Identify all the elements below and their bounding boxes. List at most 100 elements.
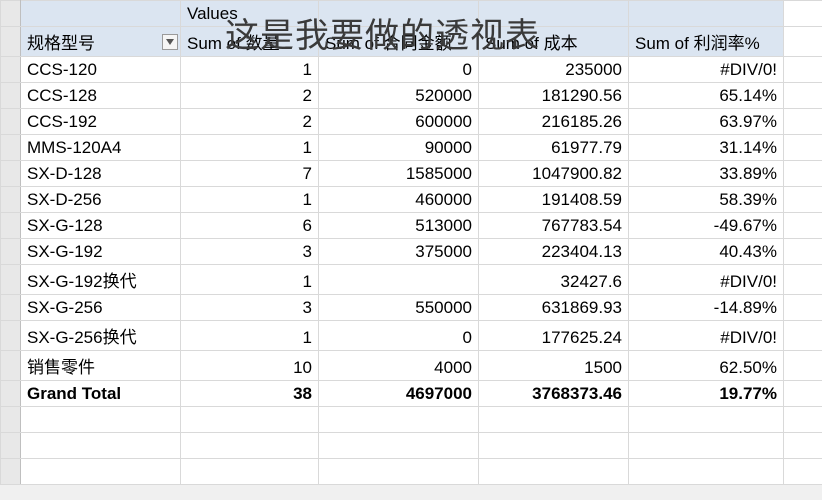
- cell[interactable]: [784, 407, 822, 433]
- cost-cell[interactable]: 32427.6: [479, 265, 629, 295]
- margin-cell[interactable]: #DIV/0!: [629, 321, 784, 351]
- grand-cost[interactable]: 3768373.46: [479, 381, 629, 407]
- contract-cell[interactable]: 513000: [319, 213, 479, 239]
- cell[interactable]: [21, 433, 181, 459]
- contract-cell[interactable]: 0: [319, 321, 479, 351]
- cell[interactable]: [784, 187, 822, 213]
- cell[interactable]: [784, 57, 822, 83]
- row-header[interactable]: [1, 351, 21, 381]
- cell[interactable]: [784, 265, 822, 295]
- cell[interactable]: [181, 459, 319, 485]
- cell[interactable]: [784, 321, 822, 351]
- qty-cell[interactable]: 1: [181, 187, 319, 213]
- qty-cell[interactable]: 3: [181, 295, 319, 321]
- margin-cell[interactable]: 31.14%: [629, 135, 784, 161]
- cell[interactable]: [479, 407, 629, 433]
- row-header[interactable]: [1, 57, 21, 83]
- contract-cell[interactable]: 520000: [319, 83, 479, 109]
- cell[interactable]: [319, 1, 479, 27]
- cell[interactable]: [181, 433, 319, 459]
- row-header[interactable]: [1, 213, 21, 239]
- cell[interactable]: [784, 295, 822, 321]
- margin-cell[interactable]: #DIV/0!: [629, 265, 784, 295]
- cost-cell[interactable]: 235000: [479, 57, 629, 83]
- cell[interactable]: [784, 135, 822, 161]
- margin-cell[interactable]: 65.14%: [629, 83, 784, 109]
- qty-cell[interactable]: 2: [181, 83, 319, 109]
- cell[interactable]: [319, 459, 479, 485]
- cell[interactable]: [479, 1, 629, 27]
- cell[interactable]: [784, 27, 822, 57]
- row-header[interactable]: [1, 187, 21, 213]
- cell[interactable]: [784, 1, 822, 27]
- cost-cell[interactable]: 191408.59: [479, 187, 629, 213]
- margin-cell[interactable]: 62.50%: [629, 351, 784, 381]
- qty-cell[interactable]: 1: [181, 321, 319, 351]
- qty-cell[interactable]: 6: [181, 213, 319, 239]
- margin-cell[interactable]: #DIV/0!: [629, 57, 784, 83]
- grand-contract[interactable]: 4697000: [319, 381, 479, 407]
- pivot-corner-cell[interactable]: [21, 1, 181, 27]
- row-label-cell[interactable]: 销售零件: [21, 351, 181, 381]
- column-header-cost[interactable]: Sum of 成本: [479, 27, 629, 57]
- qty-cell[interactable]: 1: [181, 265, 319, 295]
- cell[interactable]: [479, 459, 629, 485]
- row-label-cell[interactable]: SX-D-128: [21, 161, 181, 187]
- row-label-cell[interactable]: CCS-192: [21, 109, 181, 135]
- contract-cell[interactable]: 600000: [319, 109, 479, 135]
- row-header[interactable]: [1, 27, 21, 57]
- row-label-cell[interactable]: SX-G-192换代: [21, 265, 181, 295]
- cost-cell[interactable]: 216185.26: [479, 109, 629, 135]
- grand-total-label[interactable]: Grand Total: [21, 381, 181, 407]
- cell[interactable]: [784, 433, 822, 459]
- margin-cell[interactable]: 58.39%: [629, 187, 784, 213]
- row-label-cell[interactable]: SX-G-128: [21, 213, 181, 239]
- row-label-cell[interactable]: MMS-120A4: [21, 135, 181, 161]
- values-label-cell[interactable]: Values: [181, 1, 319, 27]
- row-header[interactable]: [1, 109, 21, 135]
- row-header[interactable]: [1, 83, 21, 109]
- grand-qty[interactable]: 38: [181, 381, 319, 407]
- contract-cell[interactable]: 375000: [319, 239, 479, 265]
- qty-cell[interactable]: 10: [181, 351, 319, 381]
- row-field-header[interactable]: 规格型号: [21, 27, 181, 57]
- cost-cell[interactable]: 181290.56: [479, 83, 629, 109]
- cell[interactable]: [21, 459, 181, 485]
- contract-cell[interactable]: 550000: [319, 295, 479, 321]
- cost-cell[interactable]: 223404.13: [479, 239, 629, 265]
- cost-cell[interactable]: 767783.54: [479, 213, 629, 239]
- cost-cell[interactable]: 1500: [479, 351, 629, 381]
- cell[interactable]: [479, 433, 629, 459]
- row-header[interactable]: [1, 135, 21, 161]
- contract-cell[interactable]: [319, 265, 479, 295]
- row-label-cell[interactable]: SX-D-256: [21, 187, 181, 213]
- row-header[interactable]: [1, 265, 21, 295]
- cell[interactable]: [181, 407, 319, 433]
- row-header[interactable]: [1, 295, 21, 321]
- row-header[interactable]: [1, 1, 21, 27]
- cell[interactable]: [629, 407, 784, 433]
- row-header[interactable]: [1, 407, 21, 433]
- cost-cell[interactable]: 631869.93: [479, 295, 629, 321]
- qty-cell[interactable]: 7: [181, 161, 319, 187]
- row-label-cell[interactable]: CCS-128: [21, 83, 181, 109]
- cell[interactable]: [319, 433, 479, 459]
- cell[interactable]: [784, 239, 822, 265]
- contract-cell[interactable]: 1585000: [319, 161, 479, 187]
- qty-cell[interactable]: 1: [181, 135, 319, 161]
- cell[interactable]: [784, 381, 822, 407]
- cell[interactable]: [629, 459, 784, 485]
- cell[interactable]: [784, 213, 822, 239]
- row-header[interactable]: [1, 321, 21, 351]
- cell[interactable]: [784, 161, 822, 187]
- row-header[interactable]: [1, 433, 21, 459]
- contract-cell[interactable]: 4000: [319, 351, 479, 381]
- row-header[interactable]: [1, 239, 21, 265]
- grand-margin[interactable]: 19.77%: [629, 381, 784, 407]
- cost-cell[interactable]: 61977.79: [479, 135, 629, 161]
- column-header-contract[interactable]: Sum of 合同金额: [319, 27, 479, 57]
- cost-cell[interactable]: 177625.24: [479, 321, 629, 351]
- row-label-cell[interactable]: SX-G-256换代: [21, 321, 181, 351]
- filter-dropdown-button[interactable]: [162, 34, 178, 50]
- qty-cell[interactable]: 1: [181, 57, 319, 83]
